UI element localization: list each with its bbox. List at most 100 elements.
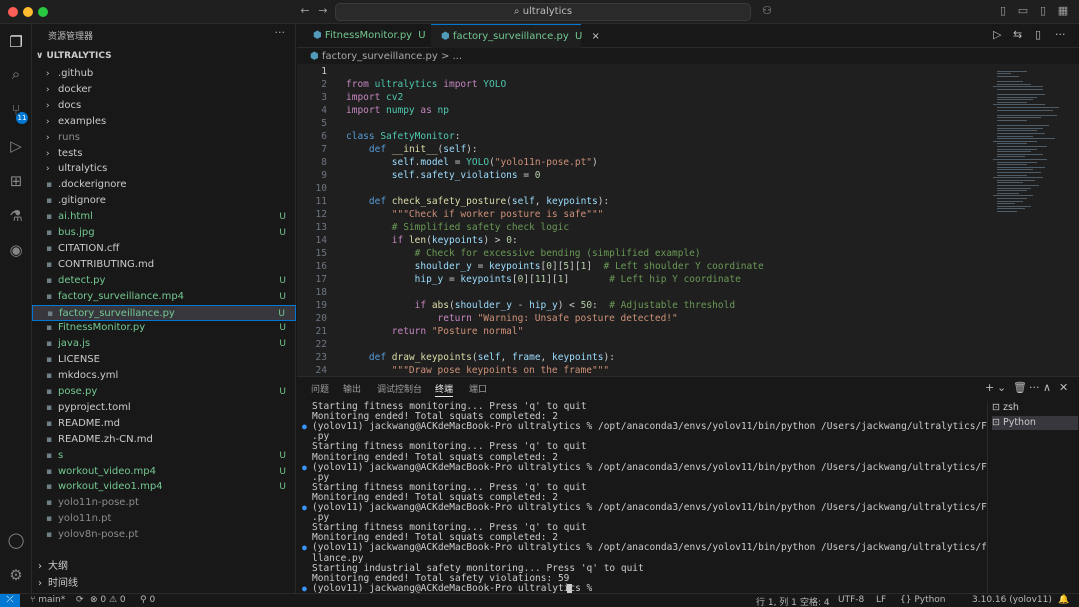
tree-item[interactable]: › docs xyxy=(32,98,296,114)
maximize-panel-icon[interactable]: ∧ xyxy=(1043,381,1051,394)
code-line: import numpy as np xyxy=(346,105,449,116)
tree-item[interactable]: ▪ README.md xyxy=(32,416,296,432)
toggle-sidebar-icon[interactable]: ▯ xyxy=(996,4,1010,18)
account-icon[interactable]: ◯ xyxy=(4,528,28,552)
remote-icon[interactable]: ◉ xyxy=(4,238,28,262)
sidebar-more-button[interactable]: ··· xyxy=(275,26,286,39)
run-python-file-icon[interactable]: ▷ xyxy=(993,28,1001,41)
notifications-bell-icon[interactable]: 🔔 xyxy=(1058,595,1069,605)
trash-icon[interactable]: 🗑 xyxy=(1013,381,1027,394)
indentation[interactable]: 空格: 4 xyxy=(800,595,830,607)
tree-item[interactable]: ▪ CONTRIBUTING.md xyxy=(32,257,296,273)
tree-item[interactable]: ▪ README.zh-CN.md xyxy=(32,432,296,448)
problems-indicator[interactable]: ⊗ 0 ⚠ 0 xyxy=(90,595,126,605)
tree-item[interactable]: › .github xyxy=(32,66,296,82)
toggle-panel-icon[interactable]: ▭ xyxy=(1016,4,1030,18)
tree-item[interactable]: ▪ yolov8n-pose.pt xyxy=(32,527,296,543)
tree-item[interactable]: › docker xyxy=(32,82,296,98)
cursor-position[interactable]: 行 1, 列 1 xyxy=(756,595,797,607)
command-decoration-icon[interactable]: ● xyxy=(302,543,307,552)
remote-indicator[interactable]: ⤫ xyxy=(0,594,20,607)
panel-tab[interactable]: 问题 xyxy=(311,382,329,395)
back-arrow-icon[interactable]: ← xyxy=(298,4,312,18)
tree-item[interactable]: ▪ bus.jpg U xyxy=(32,225,296,241)
sync-icon[interactable]: ⟳ xyxy=(76,595,84,605)
tree-item[interactable]: ▪ LICENSE xyxy=(32,352,296,368)
minimap-line xyxy=(997,99,1033,101)
tree-item-label: detect.py xyxy=(58,274,106,286)
end-of-line[interactable]: LF xyxy=(876,595,886,605)
command-decoration-icon[interactable]: ● xyxy=(302,503,307,512)
command-center-search[interactable]: ⌕ ultralytics xyxy=(335,3,751,21)
close-icon[interactable]: × xyxy=(591,31,599,42)
window-maximize-button[interactable] xyxy=(38,7,48,17)
tree-item[interactable]: ▪ .dockerignore xyxy=(32,177,296,193)
compare-icon[interactable]: ⇆ xyxy=(1013,28,1022,41)
timeline-section[interactable]: › 时间线 xyxy=(32,576,296,592)
chevron-down-icon[interactable]: ⌄ xyxy=(997,381,1006,394)
command-decoration-icon[interactable]: ● xyxy=(302,584,307,593)
run-debug-icon[interactable]: ▷ xyxy=(4,134,28,158)
code-line: return "Posture normal" xyxy=(391,326,524,337)
breadcrumb[interactable]: ⬢ factory_surveillance.py > ... xyxy=(310,51,462,62)
tab-factory-surveillance[interactable]: ⬢ factory_surveillance.py U × xyxy=(431,24,600,48)
tree-item[interactable]: ▪ FitnessMonitor.py U xyxy=(32,320,296,336)
copilot-icon[interactable]: ⚇ xyxy=(760,4,774,18)
minimap-line xyxy=(997,205,1031,207)
forward-arrow-icon[interactable]: → xyxy=(316,4,330,18)
panel-tab[interactable]: 输出 xyxy=(343,382,361,395)
panel-tab[interactable]: 调试控制台 xyxy=(377,382,422,395)
new-terminal-icon[interactable]: + xyxy=(985,381,994,394)
command-decoration-icon[interactable]: ● xyxy=(302,463,307,472)
window-minimize-button[interactable] xyxy=(23,7,33,17)
python-interpreter[interactable]: 3.10.16 (yolov11) xyxy=(972,595,1052,605)
root-folder[interactable]: ∨ ULTRALYTICS xyxy=(36,51,112,61)
settings-gear-icon[interactable]: ⚙ xyxy=(4,563,28,587)
tree-item[interactable]: ▪ mkdocs.yml xyxy=(32,368,296,384)
tree-item[interactable]: ▪ yolo11n.pt xyxy=(32,511,296,527)
tree-item[interactable]: ▪ factory_surveillance.py U xyxy=(32,304,296,321)
tree-item[interactable]: ▪ java.js U xyxy=(32,336,296,352)
tree-item[interactable]: › tests xyxy=(32,146,296,162)
terminal-output[interactable]: Starting fitness monitoring... Press 'q'… xyxy=(297,401,987,594)
tree-item[interactable]: ▪ CITATION.cff xyxy=(32,241,296,257)
window-close-button[interactable] xyxy=(8,7,18,17)
terminal-item[interactable]: ⊡ Python xyxy=(992,416,1078,430)
tree-item[interactable]: ▪ factory_surveillance.mp4 U xyxy=(32,289,296,305)
tree-item[interactable]: › examples xyxy=(32,114,296,130)
encoding[interactable]: UTF-8 xyxy=(838,595,864,605)
tree-item[interactable]: ▪ workout_video1.mp4 U xyxy=(32,479,296,495)
command-decoration-icon[interactable]: ● xyxy=(302,422,307,431)
tree-item[interactable]: ▪ pose.py U xyxy=(32,384,296,400)
explorer-icon[interactable]: ❐ xyxy=(4,30,28,54)
search-icon[interactable]: ⌕ xyxy=(4,62,28,86)
customize-layout-icon[interactable]: ▦ xyxy=(1056,4,1070,18)
extensions-icon[interactable]: ⊞ xyxy=(4,169,28,193)
minimap-line xyxy=(997,143,1027,145)
more-actions-icon[interactable]: ··· xyxy=(1055,28,1066,41)
tree-item[interactable]: ▪ pyproject.toml xyxy=(32,400,296,416)
panel-tab[interactable]: 端口 xyxy=(469,382,487,395)
close-panel-icon[interactable]: ✕ xyxy=(1059,381,1068,394)
outline-section[interactable]: › 大纲 xyxy=(32,559,296,575)
tree-item[interactable]: › runs xyxy=(32,130,296,146)
tree-item[interactable]: ▪ ai.html U xyxy=(32,209,296,225)
tree-item[interactable]: ▪ detect.py U xyxy=(32,273,296,289)
terminal-item[interactable]: ⊡ zsh xyxy=(992,401,1078,415)
tree-item[interactable]: ▪ .gitignore xyxy=(32,193,296,209)
branch-indicator[interactable]: ⑂ main* xyxy=(30,595,65,605)
split-editor-icon[interactable]: ▯ xyxy=(1035,28,1041,41)
ports-indicator[interactable]: ⚲ 0 xyxy=(140,595,155,605)
panel-tab[interactable]: 终端 xyxy=(435,382,454,397)
code-editor[interactable]: 1 2 from ultralytics import YOLO 3 import cv… xyxy=(297,64,987,376)
tree-item[interactable]: ▪ s U xyxy=(32,448,296,464)
tree-item[interactable]: ▪ workout_video.mp4 U xyxy=(32,464,296,480)
tree-item[interactable]: › ultralytics xyxy=(32,161,296,177)
tree-item[interactable]: ▪ yolo11n-pose.pt xyxy=(32,495,296,511)
tab-fitness-monitor[interactable]: ⬢ FitnessMonitor.py U xyxy=(303,24,428,48)
minimap[interactable] xyxy=(987,64,1079,376)
more-actions-icon[interactable]: ··· xyxy=(1029,381,1040,394)
testing-icon[interactable]: ⚗ xyxy=(4,204,28,228)
toggle-secondary-sidebar-icon[interactable]: ▯ xyxy=(1036,4,1050,18)
language-mode[interactable]: {} Python xyxy=(900,595,946,605)
